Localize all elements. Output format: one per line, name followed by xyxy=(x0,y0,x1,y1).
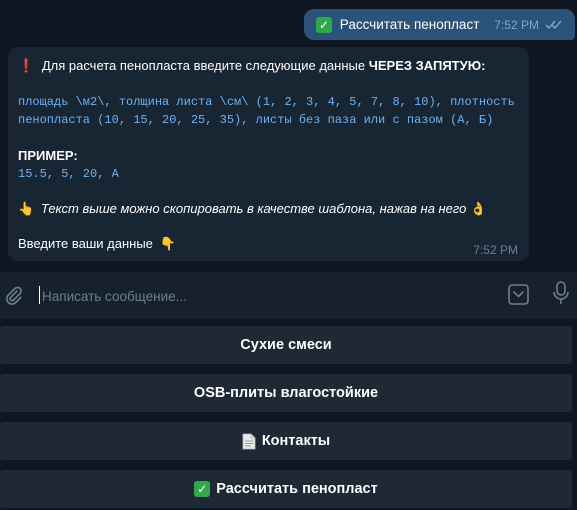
keyboard-button-osb[interactable]: OSB-плиты влагостойкие xyxy=(0,374,572,412)
keyboard-button-label: Контакты xyxy=(261,433,331,449)
instruction-line: ❗ Для расчета пенопласта введите следующ… xyxy=(18,57,519,75)
instruction-bold: ЧЕРЕЗ ЗАПЯТУЮ: xyxy=(368,58,486,73)
paperclip-icon[interactable] xyxy=(5,286,23,306)
prompt-text: Введите ваши данные xyxy=(18,236,153,251)
keyboard-button-label: Сухие смеси xyxy=(240,337,332,353)
outgoing-message-time: 7:52 PM xyxy=(494,17,539,32)
text-cursor xyxy=(39,286,40,304)
chat-area: ✓ Рассчитать пенопласт 7:52 PM ❗ Для рас… xyxy=(0,0,577,272)
example-label: ПРИМЕР: xyxy=(18,148,78,163)
microphone-icon[interactable] xyxy=(553,281,569,305)
outgoing-message[interactable]: ✓ Рассчитать пенопласт 7:52 PM xyxy=(304,9,575,40)
outgoing-message-label: Рассчитать пенопласт xyxy=(339,16,480,32)
double-check-icon xyxy=(545,20,562,29)
instruction-text: Для расчета пенопласта введите следующие… xyxy=(41,58,369,73)
hint-text: Текст выше можно скопировать в качестве … xyxy=(40,201,467,216)
ok-hand-icon: 👌 xyxy=(470,201,487,216)
keyboard-button-label: Рассчитать пенопласт xyxy=(216,481,378,497)
outgoing-message-meta: 7:52 PM xyxy=(494,18,563,32)
incoming-message[interactable]: ❗ Для расчета пенопласта введите следующ… xyxy=(8,47,529,261)
keyboard-button-label: OSB-плиты влагостойкие xyxy=(193,385,379,401)
pointing-down-icon: 👇 xyxy=(159,236,176,251)
check-mark-icon: ✓ xyxy=(194,481,211,497)
check-mark-icon: ✓ xyxy=(316,16,332,33)
template-code-line-1[interactable]: площадь \м2\, толщина листа \см\ (1, 2, … xyxy=(18,93,519,111)
outgoing-message-text: ✓ Рассчитать пенопласт xyxy=(316,16,480,33)
bot-reply-keyboard: Сухие смеси OSB-плиты влагостойкие Конта… xyxy=(0,319,577,510)
prompt-line: Введите ваши данные 👇 xyxy=(18,235,519,253)
exclamation-icon: ❗ xyxy=(18,58,35,73)
keyboard-button-dry-mixes[interactable]: Сухие смеси xyxy=(0,326,572,364)
example-code[interactable]: 15.5, 5, 20, А xyxy=(18,165,519,183)
keyboard-button-contacts[interactable]: Контакты xyxy=(0,422,572,460)
pointing-up-icon: 👆 xyxy=(18,201,35,216)
template-code-line-2[interactable]: пенопласта (10, 15, 20, 25, 35), листы б… xyxy=(18,111,519,129)
message-input[interactable] xyxy=(42,286,482,306)
bot-keyboard-toggle-icon[interactable] xyxy=(508,284,529,305)
message-composer xyxy=(0,272,577,319)
incoming-message-time: 7:52 PM xyxy=(473,243,518,257)
keyboard-button-calculate-foam[interactable]: ✓ Рассчитать пенопласт xyxy=(0,470,572,508)
document-icon xyxy=(242,433,256,450)
hint-line: 👆 Текст выше можно скопировать в качеств… xyxy=(18,200,519,218)
